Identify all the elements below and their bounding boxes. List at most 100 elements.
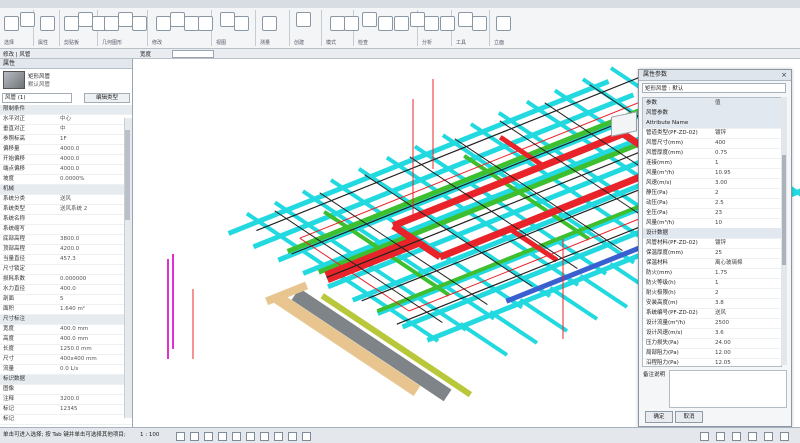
parameter-value[interactable]: 3.6 — [715, 328, 777, 338]
parameter-row[interactable]: 沿程阻力(Pa) 12.05 — [643, 358, 781, 366]
view-control-icon[interactable] — [176, 432, 185, 441]
property-row[interactable]: 偏移量 4000.0 — [0, 145, 132, 155]
close-icon[interactable]: × — [780, 71, 788, 79]
view-control-icon[interactable] — [288, 432, 297, 441]
property-value[interactable]: 12345 — [60, 405, 116, 414]
property-row[interactable]: 尺寸锁定 — [0, 265, 132, 275]
property-value[interactable]: 457.3 — [60, 255, 116, 264]
property-value[interactable]: 400.0 — [60, 285, 116, 294]
property-row[interactable]: 高度 400.0 mm — [0, 335, 132, 345]
property-value[interactable]: 5 — [60, 295, 116, 304]
type-dropdown[interactable]: 矩形风管 : 默认 — [642, 83, 786, 93]
edit-type-button[interactable]: 编辑类型 — [84, 93, 130, 103]
selection-filter-icon[interactable] — [700, 432, 709, 441]
property-value[interactable]: 1.640 m² — [60, 305, 116, 314]
ribbon-tool-icon[interactable] — [424, 16, 439, 31]
property-row[interactable]: 宽度 400.0 mm — [0, 325, 132, 335]
property-row[interactable]: 系统类型 送风系统 2 — [0, 205, 132, 215]
property-value[interactable]: 3800.0 — [60, 235, 116, 244]
parameter-value[interactable]: 400 — [715, 138, 777, 148]
parameter-value[interactable]: 23 — [715, 208, 777, 218]
property-value[interactable]: 400.0 mm — [60, 335, 116, 344]
property-value[interactable]: 中 — [60, 125, 116, 134]
ribbon-tool-icon[interactable] — [184, 16, 199, 31]
ribbon-tool-icon[interactable] — [78, 12, 93, 27]
ribbon-tool-icon[interactable] — [330, 16, 345, 31]
parameter-value[interactable]: 镀锌 — [715, 128, 777, 138]
property-value[interactable]: 0.000000 — [60, 275, 116, 284]
view-control-icon[interactable] — [204, 432, 213, 441]
cancel-button[interactable]: 取消 — [675, 411, 703, 423]
ribbon-tool-icon[interactable] — [262, 16, 277, 31]
parameter-value[interactable]: 12.05 — [715, 358, 777, 366]
parameter-value[interactable]: 1 — [715, 158, 777, 168]
ribbon-tool-icon[interactable] — [40, 16, 55, 31]
view-control-icon[interactable] — [260, 432, 269, 441]
ribbon-tool-icon[interactable] — [170, 12, 185, 27]
property-row[interactable]: 面积 1.640 m² — [0, 305, 132, 315]
view-control-icon[interactable] — [218, 432, 227, 441]
parameter-value[interactable]: 2 — [715, 188, 777, 198]
ribbon-tool-icon[interactable] — [220, 12, 235, 27]
ribbon-tool-icon[interactable] — [156, 16, 171, 31]
property-row[interactable]: 当量直径 457.3 — [0, 255, 132, 265]
property-value[interactable]: 0.0 L/s — [60, 365, 116, 374]
ribbon-tool-icon[interactable] — [344, 16, 359, 31]
ribbon-tool-icon[interactable] — [472, 16, 487, 31]
property-value[interactable]: 4200.0 — [60, 245, 116, 254]
property-row[interactable]: 剖面 5 — [0, 295, 132, 305]
property-row[interactable]: 顶部高程 4200.0 — [0, 245, 132, 255]
property-row[interactable]: 标记 — [0, 415, 132, 425]
ribbon-tool-icon[interactable] — [394, 16, 409, 31]
ribbon-tool-icon[interactable] — [234, 16, 249, 31]
property-row[interactable]: 损耗系数 0.000000 — [0, 275, 132, 285]
parameter-value[interactable]: 10 — [715, 218, 777, 228]
property-value[interactable]: 0.0000% — [60, 175, 116, 184]
options-width-input[interactable] — [172, 50, 214, 58]
property-value[interactable]: 送风 — [60, 195, 116, 204]
property-row[interactable]: 尺寸 400x400 mm — [0, 355, 132, 365]
property-value[interactable]: 400.0 mm — [60, 325, 116, 334]
ribbon-tool-icon[interactable] — [4, 16, 19, 31]
property-section[interactable]: 机械 — [0, 185, 132, 195]
ribbon-tool-icon[interactable] — [362, 12, 377, 27]
parameter-value[interactable]: 12.00 — [715, 348, 777, 358]
view-scale[interactable]: 1 : 100 — [140, 428, 159, 443]
property-value[interactable]: 4000.0 — [60, 165, 116, 174]
property-row[interactable]: 系统名称 — [0, 215, 132, 225]
ribbon-tool-icon[interactable] — [64, 16, 79, 31]
parameter-value[interactable]: 25 — [715, 248, 777, 258]
property-value[interactable]: 400x400 mm — [60, 355, 116, 364]
ribbon-tool-icon[interactable] — [20, 12, 35, 27]
property-row[interactable]: 图像 — [0, 385, 132, 395]
property-row[interactable]: 端点偏移 4000.0 — [0, 165, 132, 175]
parameter-value[interactable]: 2500 — [715, 318, 777, 328]
property-row[interactable]: 系统缩写 — [0, 225, 132, 235]
property-row[interactable]: 系统分类 送风 — [0, 195, 132, 205]
selection-filter-icon[interactable] — [780, 432, 789, 441]
property-row[interactable]: 长度 1250.0 mm — [0, 345, 132, 355]
notes-textarea[interactable] — [669, 370, 787, 408]
property-row[interactable]: 标记 12345 — [0, 405, 132, 415]
property-section[interactable]: 标识数据 — [0, 375, 132, 385]
property-value[interactable]: 1250.0 mm — [60, 345, 116, 354]
property-value[interactable]: 送风系统 2 — [60, 205, 116, 214]
branch-duct[interactable] — [459, 322, 509, 357]
parameter-value[interactable]: 1.75 — [715, 268, 777, 278]
property-value[interactable]: 3200.0 — [60, 395, 116, 404]
property-section[interactable]: 限制条件 — [0, 105, 132, 115]
property-row[interactable]: 垂直对正 中 — [0, 125, 132, 135]
branch-duct[interactable] — [549, 286, 599, 321]
parameter-value[interactable]: 2.5 — [715, 198, 777, 208]
parameter-value[interactable]: 镀锌 — [715, 238, 777, 248]
property-row[interactable]: 注释 3200.0 — [0, 395, 132, 405]
ok-button[interactable]: 确定 — [645, 411, 673, 423]
selection-filter-icon[interactable] — [748, 432, 757, 441]
ribbon-tool-icon[interactable] — [496, 16, 511, 31]
property-row[interactable]: 坡度 0.0000% — [0, 175, 132, 185]
ribbon-tool-icon[interactable] — [296, 12, 311, 27]
ribbon-tool-icon[interactable] — [440, 16, 455, 31]
instance-selector[interactable]: 风管 (1) — [2, 93, 72, 103]
ribbon-tool-icon[interactable] — [132, 16, 147, 31]
dialog-scroll-thumb[interactable] — [782, 155, 786, 265]
